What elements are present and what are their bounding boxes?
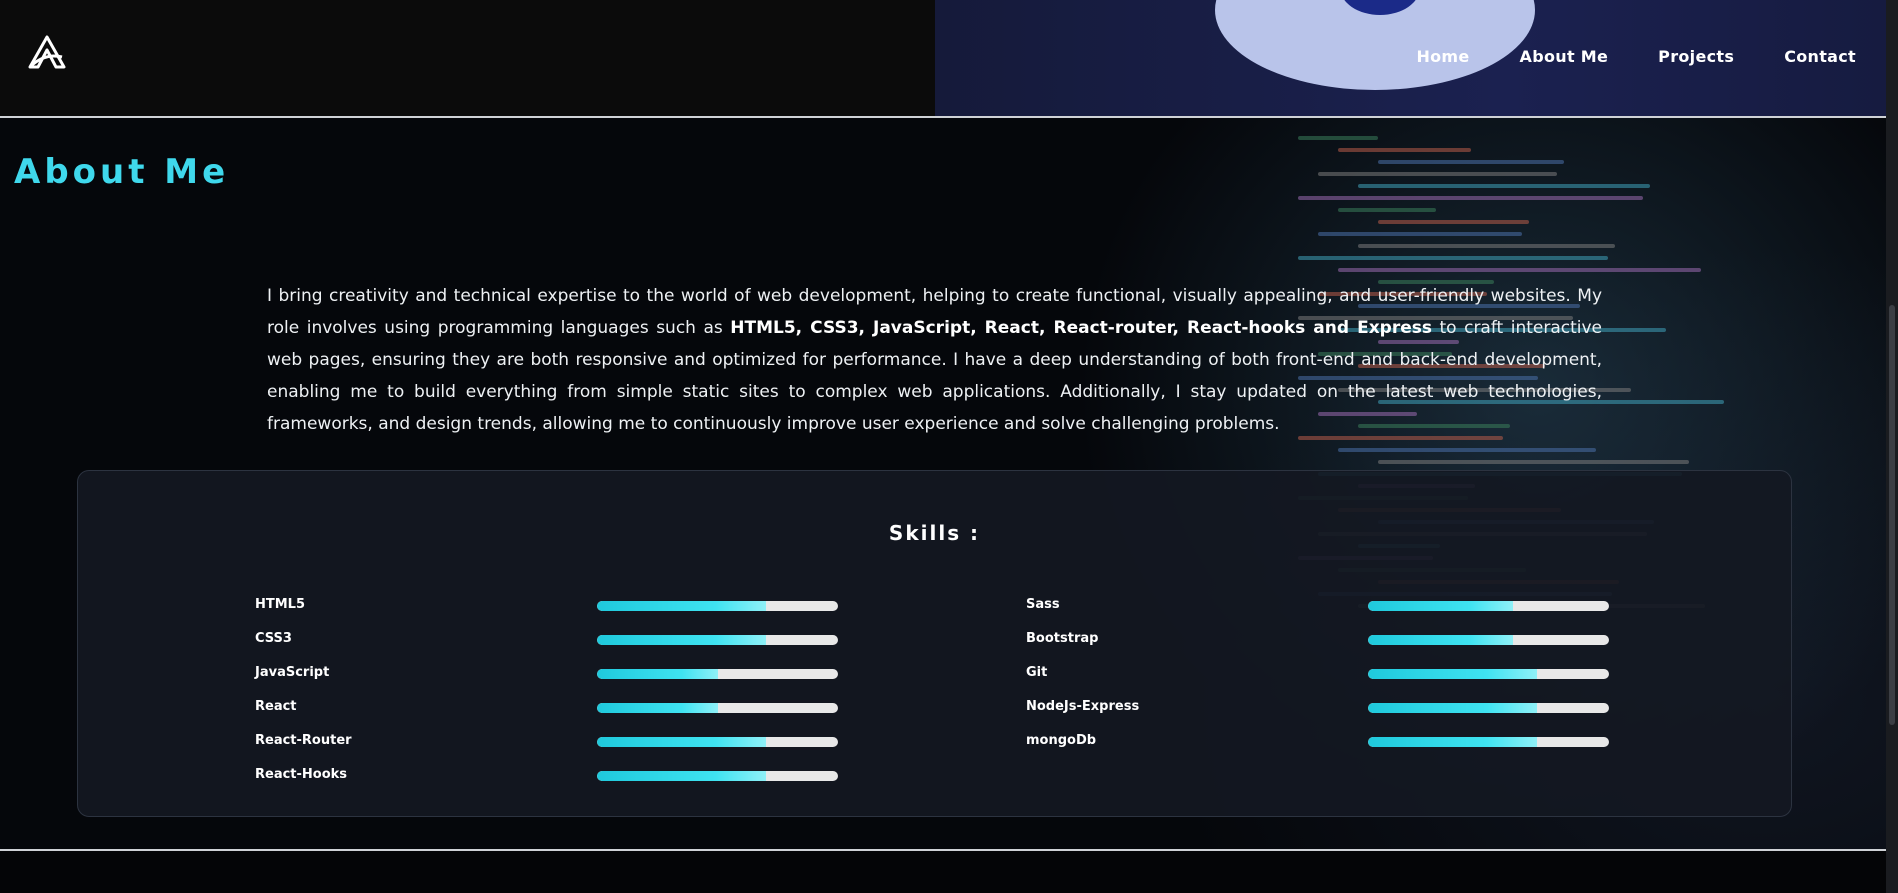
skill-name: React-Router xyxy=(255,733,352,748)
section-divider xyxy=(0,849,1886,851)
skill-progress-bar xyxy=(597,601,838,611)
code-line xyxy=(1378,160,1564,164)
code-line xyxy=(1378,220,1529,224)
skill-name: JavaScript xyxy=(255,665,330,680)
a-logo-icon[interactable] xyxy=(28,35,66,69)
code-line xyxy=(1338,448,1596,452)
scrollbar-thumb[interactable] xyxy=(1889,305,1895,725)
skill-row: NodeJs-Express xyxy=(1026,699,1609,733)
skill-progress-fill xyxy=(597,703,718,713)
code-line xyxy=(1338,148,1471,152)
code-line xyxy=(1378,460,1689,464)
skills-card: Skills : HTML5 CSS3 JavaScript React React-R… xyxy=(77,470,1792,817)
skill-progress-bar xyxy=(1368,669,1609,679)
skill-progress-bar xyxy=(1368,601,1609,611)
skill-progress-fill xyxy=(1368,703,1537,713)
skill-progress-bar xyxy=(597,703,838,713)
skill-progress-fill xyxy=(1368,737,1537,747)
skill-progress-bar xyxy=(1368,703,1609,713)
skills-title: Skills : xyxy=(888,521,981,545)
skill-row: HTML5 xyxy=(255,597,838,631)
nav-about-me[interactable]: About Me xyxy=(1520,47,1609,66)
next-section-preview xyxy=(0,851,1886,893)
skill-name: React-Hooks xyxy=(255,767,348,782)
skill-row: Bootstrap xyxy=(1026,631,1609,665)
skill-row: JavaScript xyxy=(255,665,838,699)
code-line xyxy=(1338,268,1701,272)
skill-row: React-Router xyxy=(255,733,838,767)
skill-progress-fill xyxy=(597,601,766,611)
skill-row: Sass xyxy=(1026,597,1609,631)
skill-name: React xyxy=(255,699,297,714)
skills-column-left: HTML5 CSS3 JavaScript React React-Router Reac… xyxy=(255,597,838,801)
nav-home[interactable]: Home xyxy=(1416,47,1469,66)
skill-progress-fill xyxy=(597,771,766,781)
skill-progress-fill xyxy=(1368,669,1537,679)
about-paragraph: I bring creativity and technical experti… xyxy=(267,280,1602,440)
code-line xyxy=(1318,232,1522,236)
skill-progress-fill xyxy=(1368,601,1513,611)
skill-name: HTML5 xyxy=(255,597,306,612)
skills-column-right: Sass Bootstrap Git NodeJs-Express mongoDb xyxy=(1026,597,1609,767)
page-scrollbar[interactable] xyxy=(1886,0,1898,893)
skill-progress-bar xyxy=(597,771,838,781)
skill-progress-fill xyxy=(597,635,766,645)
site-header: Home About Me Projects Contact xyxy=(0,0,1886,118)
section-title: About Me xyxy=(14,152,230,192)
main-nav: Home About Me Projects Contact xyxy=(1416,47,1856,66)
skill-name: CSS3 xyxy=(255,631,292,646)
skill-progress-fill xyxy=(597,669,718,679)
skill-progress-bar xyxy=(1368,737,1609,747)
about-text-tech: HTML5, CSS3, JavaScript, React, React-ro… xyxy=(730,318,1432,338)
code-line xyxy=(1298,196,1643,200)
code-line xyxy=(1338,208,1436,212)
skill-name: NodeJs-Express xyxy=(1026,699,1140,714)
nav-projects[interactable]: Projects xyxy=(1658,47,1734,66)
skill-name: Sass xyxy=(1026,597,1060,612)
skill-row: mongoDb xyxy=(1026,733,1609,767)
skill-progress-bar xyxy=(597,635,838,645)
skill-row: CSS3 xyxy=(255,631,838,665)
code-line xyxy=(1298,256,1608,260)
skill-progress-bar xyxy=(597,669,838,679)
code-line xyxy=(1298,136,1378,140)
nav-contact[interactable]: Contact xyxy=(1784,47,1856,66)
skill-row: React xyxy=(255,699,838,733)
skill-name: mongoDb xyxy=(1026,733,1097,748)
skill-progress-fill xyxy=(1368,635,1513,645)
skill-row: React-Hooks xyxy=(255,767,838,801)
skill-progress-bar xyxy=(1368,635,1609,645)
skill-name: Git xyxy=(1026,665,1048,680)
skill-name: Bootstrap xyxy=(1026,631,1099,646)
code-line xyxy=(1358,244,1615,248)
skill-row: Git xyxy=(1026,665,1609,699)
code-line xyxy=(1358,184,1650,188)
code-line xyxy=(1318,172,1557,176)
skill-progress-bar xyxy=(597,737,838,747)
skill-progress-fill xyxy=(597,737,766,747)
